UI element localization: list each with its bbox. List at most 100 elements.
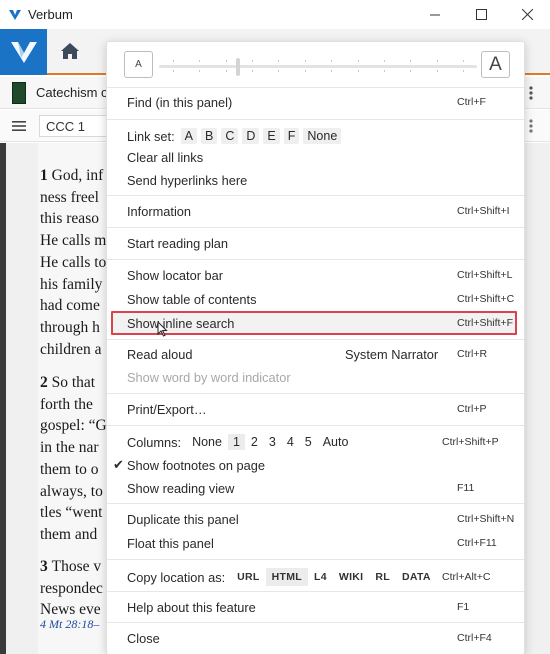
column-option[interactable]: 4: [282, 434, 299, 450]
menu-item-help[interactable]: Help about this feature F1: [107, 596, 524, 618]
paragraph-line: gospel: “G: [40, 417, 107, 435]
slider-tick: [463, 60, 464, 72]
paragraph-line: them to o: [40, 460, 99, 478]
link-set-option[interactable]: C: [221, 128, 239, 144]
link-set-row: Link set: A B C D E F None: [127, 128, 345, 144]
menu-item-information[interactable]: Information Ctrl+Shift+I: [107, 200, 524, 222]
paragraph-line: 1 God, inf: [40, 165, 106, 187]
paragraph-number: 1: [40, 167, 52, 184]
shortcut-label: Ctrl+Shift+P: [442, 436, 499, 448]
paragraph-text: God, inf: [51, 167, 104, 184]
menu-item-print-export[interactable]: Print/Export… Ctrl+P: [107, 398, 524, 420]
shortcut-label: F11: [457, 482, 475, 494]
menu-item-inline-search[interactable]: Show inline search Ctrl+Shift+F: [107, 312, 524, 334]
left-edge-strip: [0, 143, 6, 654]
paragraph-line: children a: [40, 340, 102, 358]
menu-item-reading-plan[interactable]: Start reading plan: [107, 232, 524, 254]
column-option[interactable]: 3: [264, 434, 281, 450]
link-set-option[interactable]: F: [283, 128, 300, 144]
menu-item-duplicate-panel[interactable]: Duplicate this panel Ctrl+Shift+N: [107, 508, 524, 530]
shortcut-label: Ctrl+P: [457, 403, 487, 415]
hamburger-menu-icon[interactable]: [12, 119, 26, 133]
menu-item-find[interactable]: Find (in this panel) Ctrl+F: [107, 91, 524, 113]
paragraph-number: 2: [40, 374, 52, 391]
home-button[interactable]: [58, 39, 82, 63]
footnote-reference[interactable]: 4 Mt 28:18–: [40, 617, 99, 632]
shortcut-label: Ctrl+F11: [457, 537, 497, 549]
link-set-option[interactable]: B: [201, 128, 218, 144]
menu-item-locator-bar[interactable]: Show locator bar Ctrl+Shift+L: [107, 264, 524, 286]
column-option[interactable]: 2: [246, 434, 263, 450]
link-set-label: Link set:: [127, 128, 175, 144]
locator-more-icon[interactable]: [528, 118, 534, 134]
menu-item-label: Find (in this panel): [127, 94, 233, 110]
columns-row: Columns: None 1 2 3 4 5 Auto: [127, 434, 354, 450]
paragraph-number: 3: [40, 558, 52, 575]
book-cover-thumbnail: [12, 81, 26, 104]
paragraph-line: forth the: [40, 395, 93, 413]
paragraph-line: his family: [40, 275, 103, 293]
menu-item-label: Close: [127, 630, 160, 646]
text-size-row: A A: [107, 42, 524, 88]
column-option[interactable]: 1: [227, 434, 245, 450]
verbum-logo-button[interactable]: [0, 29, 47, 75]
paragraph-text: So that: [51, 374, 96, 391]
mouse-cursor-icon: [157, 321, 168, 337]
copy-format-option[interactable]: L4: [308, 568, 333, 586]
column-option[interactable]: None: [187, 434, 227, 450]
link-set-option[interactable]: D: [242, 128, 260, 144]
link-set-option[interactable]: E: [263, 128, 280, 144]
paragraph-line: respondec: [40, 579, 103, 597]
menu-item-read-aloud[interactable]: Read aloud System Narrator Ctrl+R: [107, 343, 524, 365]
maximize-button[interactable]: [458, 0, 504, 29]
menu-item-label: Show footnotes on page: [127, 457, 266, 473]
menu-item-word-indicator: Show word by word indicator: [107, 366, 524, 388]
increase-text-size-button[interactable]: A: [481, 51, 510, 78]
menu-item-send-hyperlinks[interactable]: Send hyperlinks here: [107, 169, 524, 191]
menu-separator: [107, 503, 524, 504]
slider-tick: [331, 60, 333, 72]
slider-track: [159, 65, 477, 68]
paragraph-line: 3 Those v: [40, 556, 103, 578]
menu-item-float-panel[interactable]: Float this panel Ctrl+F11: [107, 532, 524, 554]
link-set-option[interactable]: None: [303, 128, 342, 144]
menu-item-copy-location: Copy location as: URL HTML L4 WIKI RL DATA Ct…: [107, 566, 524, 588]
copy-format-option[interactable]: DATA: [396, 568, 437, 586]
menu-item-clear-links[interactable]: Clear all links: [107, 146, 524, 168]
copy-format-option[interactable]: HTML: [265, 568, 309, 586]
link-set-option[interactable]: A: [180, 128, 198, 144]
column-option[interactable]: 5: [300, 434, 317, 450]
menu-item-label: Print/Export…: [127, 401, 207, 417]
copy-format-option[interactable]: URL: [231, 568, 265, 586]
menu-item-table-of-contents[interactable]: Show table of contents Ctrl+Shift+C: [107, 288, 524, 310]
voice-selector[interactable]: System Narrator: [345, 347, 438, 362]
menu-item-label: Information: [127, 203, 192, 219]
menu-item-label: Start reading plan: [127, 235, 229, 251]
copy-format-option[interactable]: RL: [369, 568, 396, 586]
shortcut-label: Ctrl+Shift+C: [457, 293, 515, 305]
close-window-button[interactable]: [504, 0, 550, 29]
minimize-button[interactable]: [412, 0, 458, 29]
shortcut-label: F1: [457, 601, 470, 613]
paragraph-line: tles “went: [40, 504, 103, 522]
paragraph-line: them and: [40, 525, 98, 543]
menu-item-label: Show table of contents: [127, 291, 257, 307]
column-option[interactable]: Auto: [318, 434, 354, 450]
menu-item-reading-view[interactable]: Show reading view F11: [107, 477, 524, 499]
text-size-slider[interactable]: [157, 56, 479, 76]
panel-menu-icon[interactable]: [528, 85, 534, 101]
menu-item-label: Send hyperlinks here: [127, 172, 248, 188]
minimize-icon: [429, 14, 440, 16]
slider-tick: [252, 60, 254, 72]
shortcut-label: Ctrl+Shift+I: [457, 205, 510, 217]
menu-item-label: Read aloud: [127, 346, 193, 362]
slider-thumb[interactable]: [235, 58, 240, 76]
menu-item-close[interactable]: Close Ctrl+F4: [107, 627, 524, 649]
copy-format-option[interactable]: WIKI: [333, 568, 370, 586]
paragraph-line: had come: [40, 297, 100, 315]
menu-item-footnotes[interactable]: ✔ Show footnotes on page: [107, 454, 524, 476]
menu-item-label: Show locator bar: [127, 267, 224, 283]
shortcut-label: Ctrl+F: [457, 96, 486, 108]
decrease-text-size-button[interactable]: A: [124, 51, 153, 78]
shortcut-label: Ctrl+Alt+C: [442, 571, 491, 583]
